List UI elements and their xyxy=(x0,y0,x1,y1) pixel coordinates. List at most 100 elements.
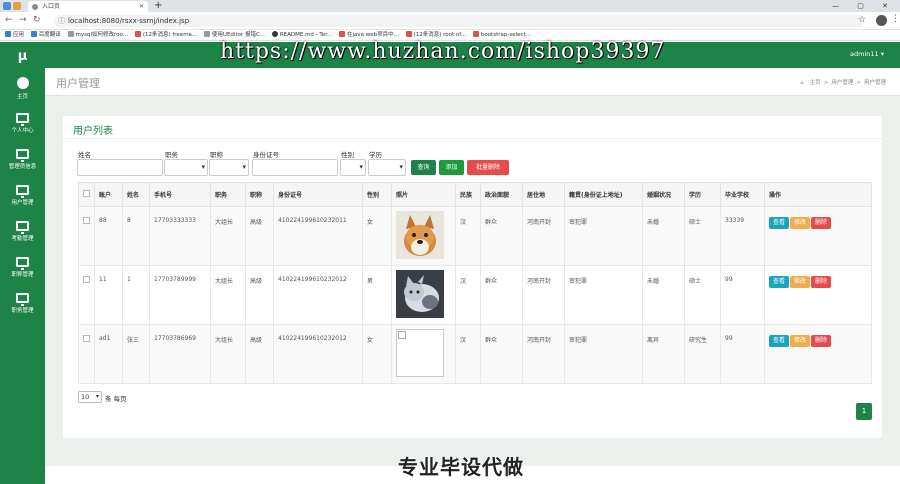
col-header: 学历 xyxy=(684,182,721,207)
app-icon xyxy=(13,2,21,10)
cell-post: 大组长 xyxy=(210,206,246,266)
bookmark-icon xyxy=(30,31,37,37)
edit-button[interactable]: 修改 xyxy=(790,217,811,229)
col-header: 操作 xyxy=(764,182,872,207)
row-select-cell[interactable] xyxy=(78,324,95,384)
close-tab-icon[interactable]: ✕ xyxy=(139,1,144,12)
profile-avatar[interactable] xyxy=(876,15,887,26)
card-title: 用户列表 xyxy=(73,126,113,137)
divider xyxy=(63,138,882,139)
bookmark-item[interactable]: (12条消息) freema... xyxy=(134,30,197,40)
sidebar-item-personal[interactable]: 个人中心 xyxy=(0,108,45,144)
add-button[interactable]: 添加 xyxy=(439,160,464,175)
row-checkbox[interactable] xyxy=(83,217,90,224)
bookmark-item[interactable]: 百度翻译 xyxy=(30,30,61,40)
bookmark-item[interactable]: 应用 xyxy=(5,30,24,40)
bulk-delete-button[interactable]: 批量删除 xyxy=(467,160,509,175)
watermark-url: https://www.huzhan.com/ishop39397 xyxy=(220,39,666,64)
delete-button[interactable]: 删除 xyxy=(811,335,832,347)
sidebar-item-home[interactable]: 主页 xyxy=(0,72,45,108)
logo: μ xyxy=(17,49,28,64)
bookmark-item[interactable]: mysql如何修改roo... xyxy=(67,30,128,40)
per-page-label: 条 每页 xyxy=(105,395,127,403)
cell-education: 研究生 xyxy=(684,324,721,384)
forward-icon[interactable]: → xyxy=(19,15,27,25)
cell-political: 群众 xyxy=(480,206,523,266)
view-button[interactable]: 查看 xyxy=(769,217,790,229)
row-select-cell[interactable] xyxy=(78,206,95,266)
home-icon: ⌂ xyxy=(800,80,804,86)
window-buttons[interactable]: — ▢ ✕ xyxy=(832,0,896,12)
browser-tabbar: 入口页 ✕ + — ▢ ✕ xyxy=(0,0,900,12)
bookmark-icon xyxy=(134,31,141,37)
cell-gender: 女 xyxy=(362,206,392,266)
view-button[interactable]: 查看 xyxy=(769,335,790,347)
reload-icon[interactable]: ↻ xyxy=(33,15,41,25)
breadcrumb-home[interactable]: 主页 xyxy=(810,80,821,86)
cell-ethnic: 汉 xyxy=(455,206,481,266)
bookmark-star-icon[interactable]: ☆ xyxy=(858,15,866,25)
cat-photo xyxy=(396,270,444,318)
cell-idcard: 410224199610232012 xyxy=(273,324,363,384)
gender-select[interactable] xyxy=(340,159,366,176)
edit-button[interactable]: 修改 xyxy=(790,276,811,288)
filter-label-name: 姓名 xyxy=(78,151,91,159)
sidebar-item-attendance[interactable]: 考勤管理 xyxy=(0,216,45,252)
edit-button[interactable]: 修改 xyxy=(790,335,811,347)
post-select[interactable] xyxy=(164,159,208,176)
rank-select[interactable] xyxy=(209,159,249,176)
view-button[interactable]: 查看 xyxy=(769,276,790,288)
row-checkbox[interactable] xyxy=(83,276,90,283)
breadcrumb-current: 用户管理 xyxy=(863,80,886,86)
cell-education: 硕士 xyxy=(684,265,721,325)
page-title: 用户管理 xyxy=(56,77,100,90)
bookmark-icon xyxy=(338,31,345,37)
search-button[interactable]: 查询 xyxy=(411,160,436,175)
cell-phone: 17703789999 xyxy=(149,265,211,325)
monitor-icon xyxy=(16,257,29,270)
row-checkbox[interactable] xyxy=(83,335,90,342)
user-list-card: 用户列表 姓名 职务 职称 身份证号 性别 学历 查询 添加 批量删除 账户 姓… xyxy=(63,116,882,438)
education-select[interactable] xyxy=(368,159,406,176)
filter-label-rank: 职称 xyxy=(210,151,223,159)
bookmark-icon xyxy=(405,31,412,37)
page-size-select[interactable]: 10 xyxy=(78,391,102,403)
menu-icon[interactable]: ⋮ xyxy=(891,14,900,24)
breadcrumb-section[interactable]: 用户管理 xyxy=(831,80,853,86)
cell-political: 群众 xyxy=(480,324,523,384)
delete-button[interactable]: 删除 xyxy=(811,217,832,229)
delete-button[interactable]: 删除 xyxy=(811,276,832,288)
new-tab-button[interactable]: + xyxy=(154,0,162,12)
idcard-input[interactable] xyxy=(252,159,338,176)
back-icon[interactable]: ← xyxy=(5,15,13,25)
cell-name: 1 xyxy=(122,265,150,325)
page-number-button[interactable]: 1 xyxy=(856,403,872,420)
window-controls xyxy=(3,2,23,10)
row-select-cell[interactable] xyxy=(78,265,95,325)
col-header: 居住地 xyxy=(522,182,565,207)
cell-marital: 未婚 xyxy=(642,265,685,325)
page-header: 用户管理 ⌂ 主页 > 用户管理 > 用户管理 xyxy=(45,68,900,96)
col-header: 性别 xyxy=(362,182,392,207)
user-menu[interactable]: admin11 ▾ xyxy=(850,50,884,58)
cell-account: ad1 xyxy=(94,324,123,384)
sidebar-item-admin[interactable]: 管理员信息 xyxy=(0,144,45,180)
select-all-header[interactable] xyxy=(78,182,95,207)
table-header-row: 账户 姓名 手机号 职务 职称 身份证号 性别 照片 民族 政治面貌 居住地 籍… xyxy=(78,182,872,207)
select-all-checkbox[interactable] xyxy=(83,190,90,197)
cell-gender: 男 xyxy=(362,265,392,325)
cell-residence: 河南开封 xyxy=(522,265,565,325)
browser-tab[interactable]: 入口页 ✕ xyxy=(28,1,148,12)
sidebar-item-posts[interactable]: 职务管理 xyxy=(0,288,45,324)
table-row: ad1 张三 17703786969 大组长 高级 41022419961023… xyxy=(78,324,872,384)
url-field[interactable]: ⓘ localhost:8080/rsxx-ssmj/index.jsp xyxy=(54,15,864,27)
sidebar-item-titles[interactable]: 职称管理 xyxy=(0,252,45,288)
sidebar-item-users[interactable]: 用户管理 xyxy=(0,180,45,216)
cell-name: 张三 xyxy=(122,324,150,384)
col-header: 毕业学校 xyxy=(720,182,765,207)
cell-post: 大组长 xyxy=(210,324,246,384)
info-icon[interactable]: ⓘ xyxy=(58,15,65,27)
col-header: 身份证号 xyxy=(273,182,363,207)
col-header: 民族 xyxy=(455,182,481,207)
name-input[interactable] xyxy=(77,159,163,176)
